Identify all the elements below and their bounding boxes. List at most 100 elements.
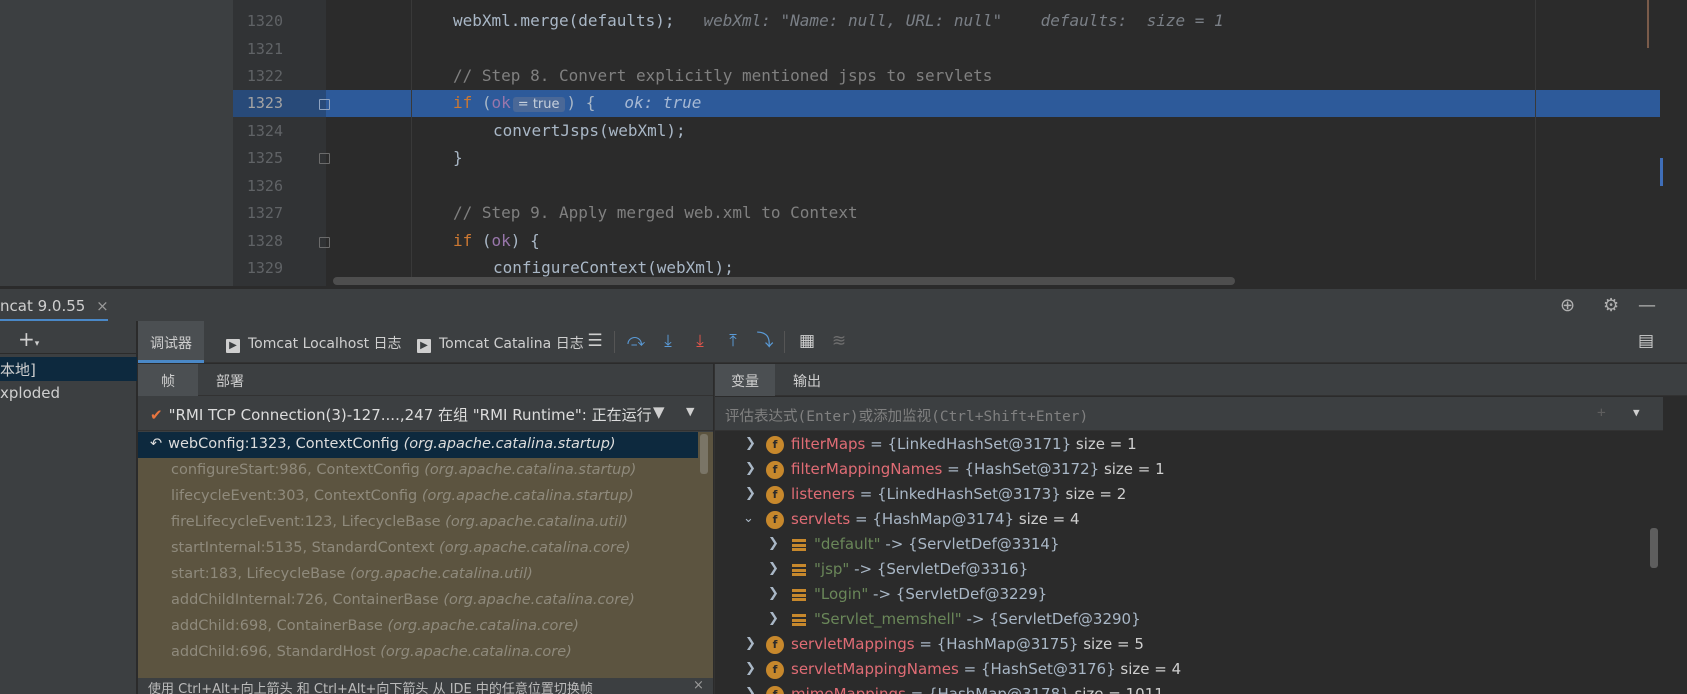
variable-row[interactable]: ❯ f filterMappingNames = {HashSet@3172} …	[715, 458, 1645, 483]
evaluate-expression-input[interactable]: 评估表达式(Enter)或添加监视(Ctrl+Shift+Enter) + ▼	[715, 397, 1663, 431]
expand-arrow-icon[interactable]: ❯	[745, 486, 757, 501]
map-value: -> {ServletDef@3316}	[854, 560, 1029, 578]
frame-method: webConfig:1323, ContextConfig	[168, 436, 399, 452]
field-icon: f	[766, 461, 784, 479]
minimize-icon[interactable]: —	[1638, 295, 1656, 316]
step-out-icon[interactable]: ⤒	[722, 330, 744, 352]
chevron-down-icon[interactable]: ▼	[1633, 406, 1640, 419]
fold-marker-icon[interactable]	[319, 99, 330, 110]
frame-item[interactable]: startInternal:5135, StandardContext (org…	[138, 536, 698, 562]
variable-row[interactable]: ❯ f servletMappingNames = {HashSet@3176}…	[715, 658, 1645, 683]
frame-list[interactable]: ↶ webConfig:1323, ContextConfig (org.apac…	[138, 432, 713, 694]
map-value: -> {ServletDef@3314}	[885, 535, 1060, 553]
map-entry-row[interactable]: ❯ "default" -> {ServletDef@3314}	[715, 533, 1645, 558]
code-comment: // Step 9. Apply merged web.xml to Conte…	[453, 203, 858, 222]
frame-navigation-tip: 使用 Ctrl+Alt+向上箭头 和 Ctrl+Alt+向下箭头 从 IDE 中…	[138, 678, 713, 694]
variable-type: {HashMap@3175}	[936, 635, 1079, 653]
variable-size: size = 4	[1018, 510, 1080, 528]
frame-package: (org.apache.catalina.util)	[445, 514, 628, 530]
tab-output[interactable]: 输出	[793, 364, 821, 396]
menu-icon[interactable]: ☰	[584, 330, 606, 352]
error-stripe-marker[interactable]	[1660, 158, 1663, 186]
tab-tomcat-localhost-log[interactable]: ▶ Tomcat Localhost 日志	[226, 321, 402, 363]
map-entry-row[interactable]: ❯ "Servlet_memshell" -> {ServletDef@3290…	[715, 608, 1645, 633]
map-key: "default"	[814, 535, 881, 553]
expand-arrow-icon[interactable]: ❯	[745, 636, 757, 651]
console-icon: ▶	[226, 339, 240, 353]
divider	[784, 331, 785, 353]
tab-label: Tomcat Localhost 日志	[248, 336, 402, 352]
check-icon: ✔	[150, 406, 163, 424]
add-service-button[interactable]: +▾	[18, 327, 39, 351]
frame-item[interactable]: addChild:696, StandardHost (org.apache.c…	[138, 640, 698, 666]
tab-tomcat-catalina-log[interactable]: ▶ Tomcat Catalina 日志	[417, 321, 584, 363]
code-text: ) {	[510, 231, 540, 250]
layout-settings-icon[interactable]: ▤	[1635, 330, 1657, 352]
frame-item[interactable]: addChild:698, ContainerBase (org.apache.…	[138, 614, 698, 640]
variable-type: {HashSet@3176}	[980, 660, 1116, 678]
frame-list-vertical-scrollbar[interactable]	[700, 434, 708, 474]
run-to-cursor-icon[interactable]: ⤵	[754, 330, 776, 352]
gear-icon[interactable]: ⚙	[1603, 295, 1619, 316]
tab-debugger[interactable]: 调试器	[138, 321, 204, 363]
expand-arrow-icon[interactable]: ❯	[745, 436, 757, 451]
code-editor[interactable]: 1320 1321 1322 1323 1324 1325 1326 1327 …	[0, 0, 1687, 286]
map-entry-icon	[792, 614, 806, 626]
filter-icon[interactable]: ▼	[653, 403, 665, 421]
code-line-current: if (ok = true) { ok: true	[453, 93, 701, 112]
close-icon[interactable]: ×	[96, 297, 109, 315]
code-line: if (ok) {	[453, 231, 540, 250]
frame-item-selected[interactable]: ↶ webConfig:1323, ContextConfig (org.apac…	[138, 432, 698, 458]
service-node-local[interactable]: 本地]	[0, 357, 137, 381]
variable-size: size = 2	[1065, 485, 1127, 503]
tip-text: 使用 Ctrl+Alt+向上箭头 和 Ctrl+Alt+向下箭头 从 IDE 中…	[148, 682, 593, 694]
inline-debug-value: webXml: "Name: null, URL: null" defaults…	[703, 11, 1224, 30]
close-icon[interactable]: ×	[693, 678, 704, 693]
frame-item[interactable]: addChildInternal:726, ContainerBase (org…	[138, 588, 698, 614]
thread-selector[interactable]: ✔ "RMI TCP Connection(3)-127....,247 在组 "…	[138, 397, 713, 431]
fold-marker-icon[interactable]	[319, 153, 330, 164]
frame-item[interactable]: fireLifecycleEvent:123, LifecycleBase (o…	[138, 510, 698, 536]
field-icon: f	[766, 686, 784, 694]
run-config-tab[interactable]: ncat 9.0.55 ×	[0, 289, 115, 322]
frame-item[interactable]: lifecycleEvent:303, ContextConfig (org.a…	[138, 484, 698, 510]
tab-frames[interactable]: 帧	[138, 364, 198, 396]
variable-row[interactable]: ❯ f mimeMappings = {HashMap@3178} size =…	[715, 683, 1645, 694]
collapse-arrow-icon[interactable]: ⌄	[743, 511, 755, 526]
divider	[0, 353, 137, 354]
variables-vertical-scrollbar[interactable]	[1650, 528, 1658, 568]
variable-row[interactable]: ❯ f filterMaps = {LinkedHashSet@3171} si…	[715, 433, 1645, 458]
frame-item[interactable]: configureStart:986, ContextConfig (org.a…	[138, 458, 698, 484]
variable-row[interactable]: ❯ f servletMappings = {HashMap@3175} siz…	[715, 633, 1645, 658]
fold-marker-icon[interactable]	[319, 237, 330, 248]
force-step-into-icon[interactable]: ⤓	[689, 330, 711, 352]
variable-row[interactable]: ❯ f listeners = {LinkedHashSet@3173} siz…	[715, 483, 1645, 508]
tab-variables[interactable]: 变量	[715, 364, 775, 396]
expand-arrow-icon[interactable]: ❯	[745, 686, 757, 694]
chevron-down-icon[interactable]: ▼	[686, 405, 694, 418]
frame-package: (org.apache.catalina.startup)	[421, 488, 634, 504]
step-into-icon[interactable]: ⤓	[657, 330, 679, 352]
expand-arrow-icon[interactable]: ❯	[745, 461, 757, 476]
map-entry-row[interactable]: ❯ "jsp" -> {ServletDef@3316}	[715, 558, 1645, 583]
code-line: }	[453, 148, 463, 167]
variable-type: {HashSet@3172}	[964, 460, 1100, 478]
error-stripe-marker[interactable]	[1647, 0, 1660, 48]
expand-arrow-icon[interactable]: ❯	[768, 586, 780, 601]
expand-arrow-icon[interactable]: ❯	[768, 536, 780, 551]
variable-row-expanded[interactable]: ⌄ f servlets = {HashMap@3174} size = 4	[715, 508, 1645, 533]
line-number: 1328	[246, 232, 283, 250]
editor-horizontal-scrollbar[interactable]	[333, 277, 1235, 285]
map-entry-row[interactable]: ❯ "Login" -> {ServletDef@3229}	[715, 583, 1645, 608]
crosshair-icon[interactable]: ⊕	[1560, 295, 1575, 316]
frame-item[interactable]: start:183, LifecycleBase (org.apache.cat…	[138, 562, 698, 588]
expand-arrow-icon[interactable]: ❯	[768, 611, 780, 626]
console-icon: ▶	[417, 339, 431, 353]
evaluate-expression-icon[interactable]: ▦	[796, 330, 818, 352]
variable-size: size = 1	[1103, 460, 1165, 478]
service-node-exploded[interactable]: xploded	[0, 384, 60, 402]
tab-deployment[interactable]: 部署	[216, 364, 244, 396]
step-over-icon[interactable]: ⤼	[625, 330, 647, 352]
expand-arrow-icon[interactable]: ❯	[768, 561, 780, 576]
expand-arrow-icon[interactable]: ❯	[745, 661, 757, 676]
